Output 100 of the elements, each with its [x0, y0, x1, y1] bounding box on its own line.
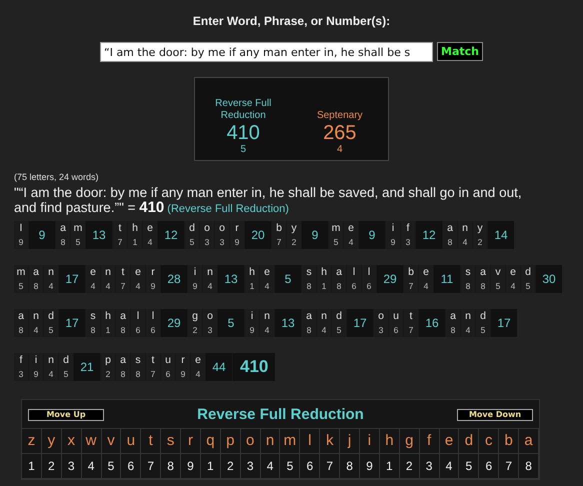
phrase-text: "“I am the door: by me if any man enter in, he shall be saved, and shall go in and out, and find pasture.”" = 410 (Reverse Full Reduction) — [14, 185, 523, 217]
letter-value: 4 — [264, 280, 270, 293]
letter: d — [525, 265, 531, 279]
letter-value: 3 — [204, 236, 210, 249]
letter: t — [122, 265, 124, 279]
letter-value: 5 — [190, 236, 194, 249]
letter: e — [90, 265, 96, 279]
letter: n — [207, 265, 213, 279]
letter-value: 7 — [276, 236, 282, 249]
letter-value: 4 — [148, 236, 152, 249]
letter: g — [192, 309, 198, 323]
match-button[interactable]: Match — [437, 42, 483, 61]
word-sum: 9 — [29, 221, 55, 249]
cipher-name[interactable]: Septenary — [316, 110, 363, 122]
letter-value: 8 — [340, 454, 360, 479]
letter: s — [135, 353, 141, 367]
word-sum: 5 — [275, 265, 301, 293]
letter: d — [48, 309, 54, 323]
letter-value: 4 — [440, 454, 460, 479]
letter-value: 3 — [208, 324, 212, 337]
letter-value: 2 — [400, 454, 420, 479]
letter-value: 8 — [161, 454, 182, 479]
word-sum: 44 — [206, 353, 232, 381]
word-sum: 12 — [416, 221, 442, 249]
letter-value: 5 — [459, 454, 480, 479]
letter-value: 9 — [150, 280, 156, 293]
letter: u — [165, 353, 171, 367]
letter: i — [194, 265, 196, 279]
letter-value: 1 — [380, 454, 400, 479]
letter-value: 4 — [264, 324, 270, 337]
letter: I — [20, 221, 22, 235]
letter: n — [321, 309, 327, 323]
letter: m — [74, 221, 82, 235]
alphabet-letter: a — [519, 429, 539, 454]
word-sum: 13 — [218, 265, 244, 293]
word-sum: 11 — [434, 265, 460, 293]
letter: e — [147, 221, 153, 235]
letter-value: 4 — [462, 236, 468, 249]
word-sum: 17 — [491, 309, 517, 337]
letter: n — [33, 309, 39, 323]
letter-value: 7 — [150, 368, 156, 381]
word-sum: 17 — [59, 309, 85, 337]
letter: o — [378, 309, 384, 323]
letter: t — [410, 309, 412, 323]
letter-value: 9 — [180, 368, 186, 381]
word-sum: 29 — [377, 265, 403, 293]
letter: n — [465, 309, 471, 323]
alphabet-letter: h — [380, 429, 400, 454]
letter: y — [291, 221, 297, 235]
word-sum: 17 — [59, 265, 85, 293]
letter-value: 6 — [366, 280, 372, 293]
cipher-table-title: Reverse Full Reduction — [197, 406, 364, 423]
alphabet-letter: d — [459, 429, 480, 454]
letter-value: 4 — [348, 236, 354, 249]
alphabet-letter: o — [240, 429, 261, 454]
alphabet-letter: f — [420, 429, 440, 454]
letter: s — [306, 265, 312, 279]
letter: b — [276, 221, 282, 235]
letter: a — [33, 265, 39, 279]
alphabet-letter: q — [200, 429, 221, 454]
letter: d — [189, 221, 195, 235]
letter: y — [477, 221, 483, 235]
letter: r — [151, 265, 155, 279]
letter-value: 5 — [496, 280, 500, 293]
letter: e — [195, 353, 201, 367]
alphabet-letter: i — [360, 429, 380, 454]
letter-value: 9 — [250, 324, 254, 337]
letter-value: 8 — [306, 280, 312, 293]
letter-value: 4 — [34, 324, 38, 337]
letter-value: 4 — [106, 280, 110, 293]
letter: n — [462, 221, 468, 235]
letter-value: 8 — [120, 324, 126, 337]
move-down-button[interactable]: Move Down — [457, 408, 533, 420]
letter-value: 8 — [90, 324, 96, 337]
cipher-name[interactable]: Reverse Full Reduction — [203, 98, 284, 122]
word-sum: 16 — [419, 309, 445, 337]
letter-value: 6 — [150, 324, 156, 337]
letter-value: 2 — [192, 324, 198, 337]
letter-value: 5 — [480, 324, 486, 337]
word-sum: 5 — [218, 309, 244, 337]
letter: s — [90, 309, 96, 323]
letter-value: 4 — [136, 280, 140, 293]
alphabet-letter: t — [141, 429, 162, 454]
letter-value: 2 — [220, 454, 241, 479]
word-sum: 13 — [275, 309, 301, 337]
letter-value: 6 — [394, 324, 398, 337]
letter: n — [264, 309, 270, 323]
phrase-input[interactable]: “I am the door: by me if any man enter in, he shall be s — [100, 42, 433, 62]
alphabet-letter: m — [280, 429, 300, 454]
letter-value: 3 — [240, 454, 261, 479]
move-up-button[interactable]: Move Up — [28, 408, 104, 420]
letter-value: 8 — [480, 280, 486, 293]
letter: a — [480, 265, 486, 279]
letter: i — [392, 221, 394, 235]
letter: e — [264, 265, 270, 279]
letter-value: 1 — [322, 280, 326, 293]
word-sum: 13 — [86, 221, 112, 249]
cipher-sub-value: 5 — [240, 144, 246, 155]
alphabet-letter: y — [42, 429, 62, 454]
letter-value: 7 — [120, 280, 126, 293]
